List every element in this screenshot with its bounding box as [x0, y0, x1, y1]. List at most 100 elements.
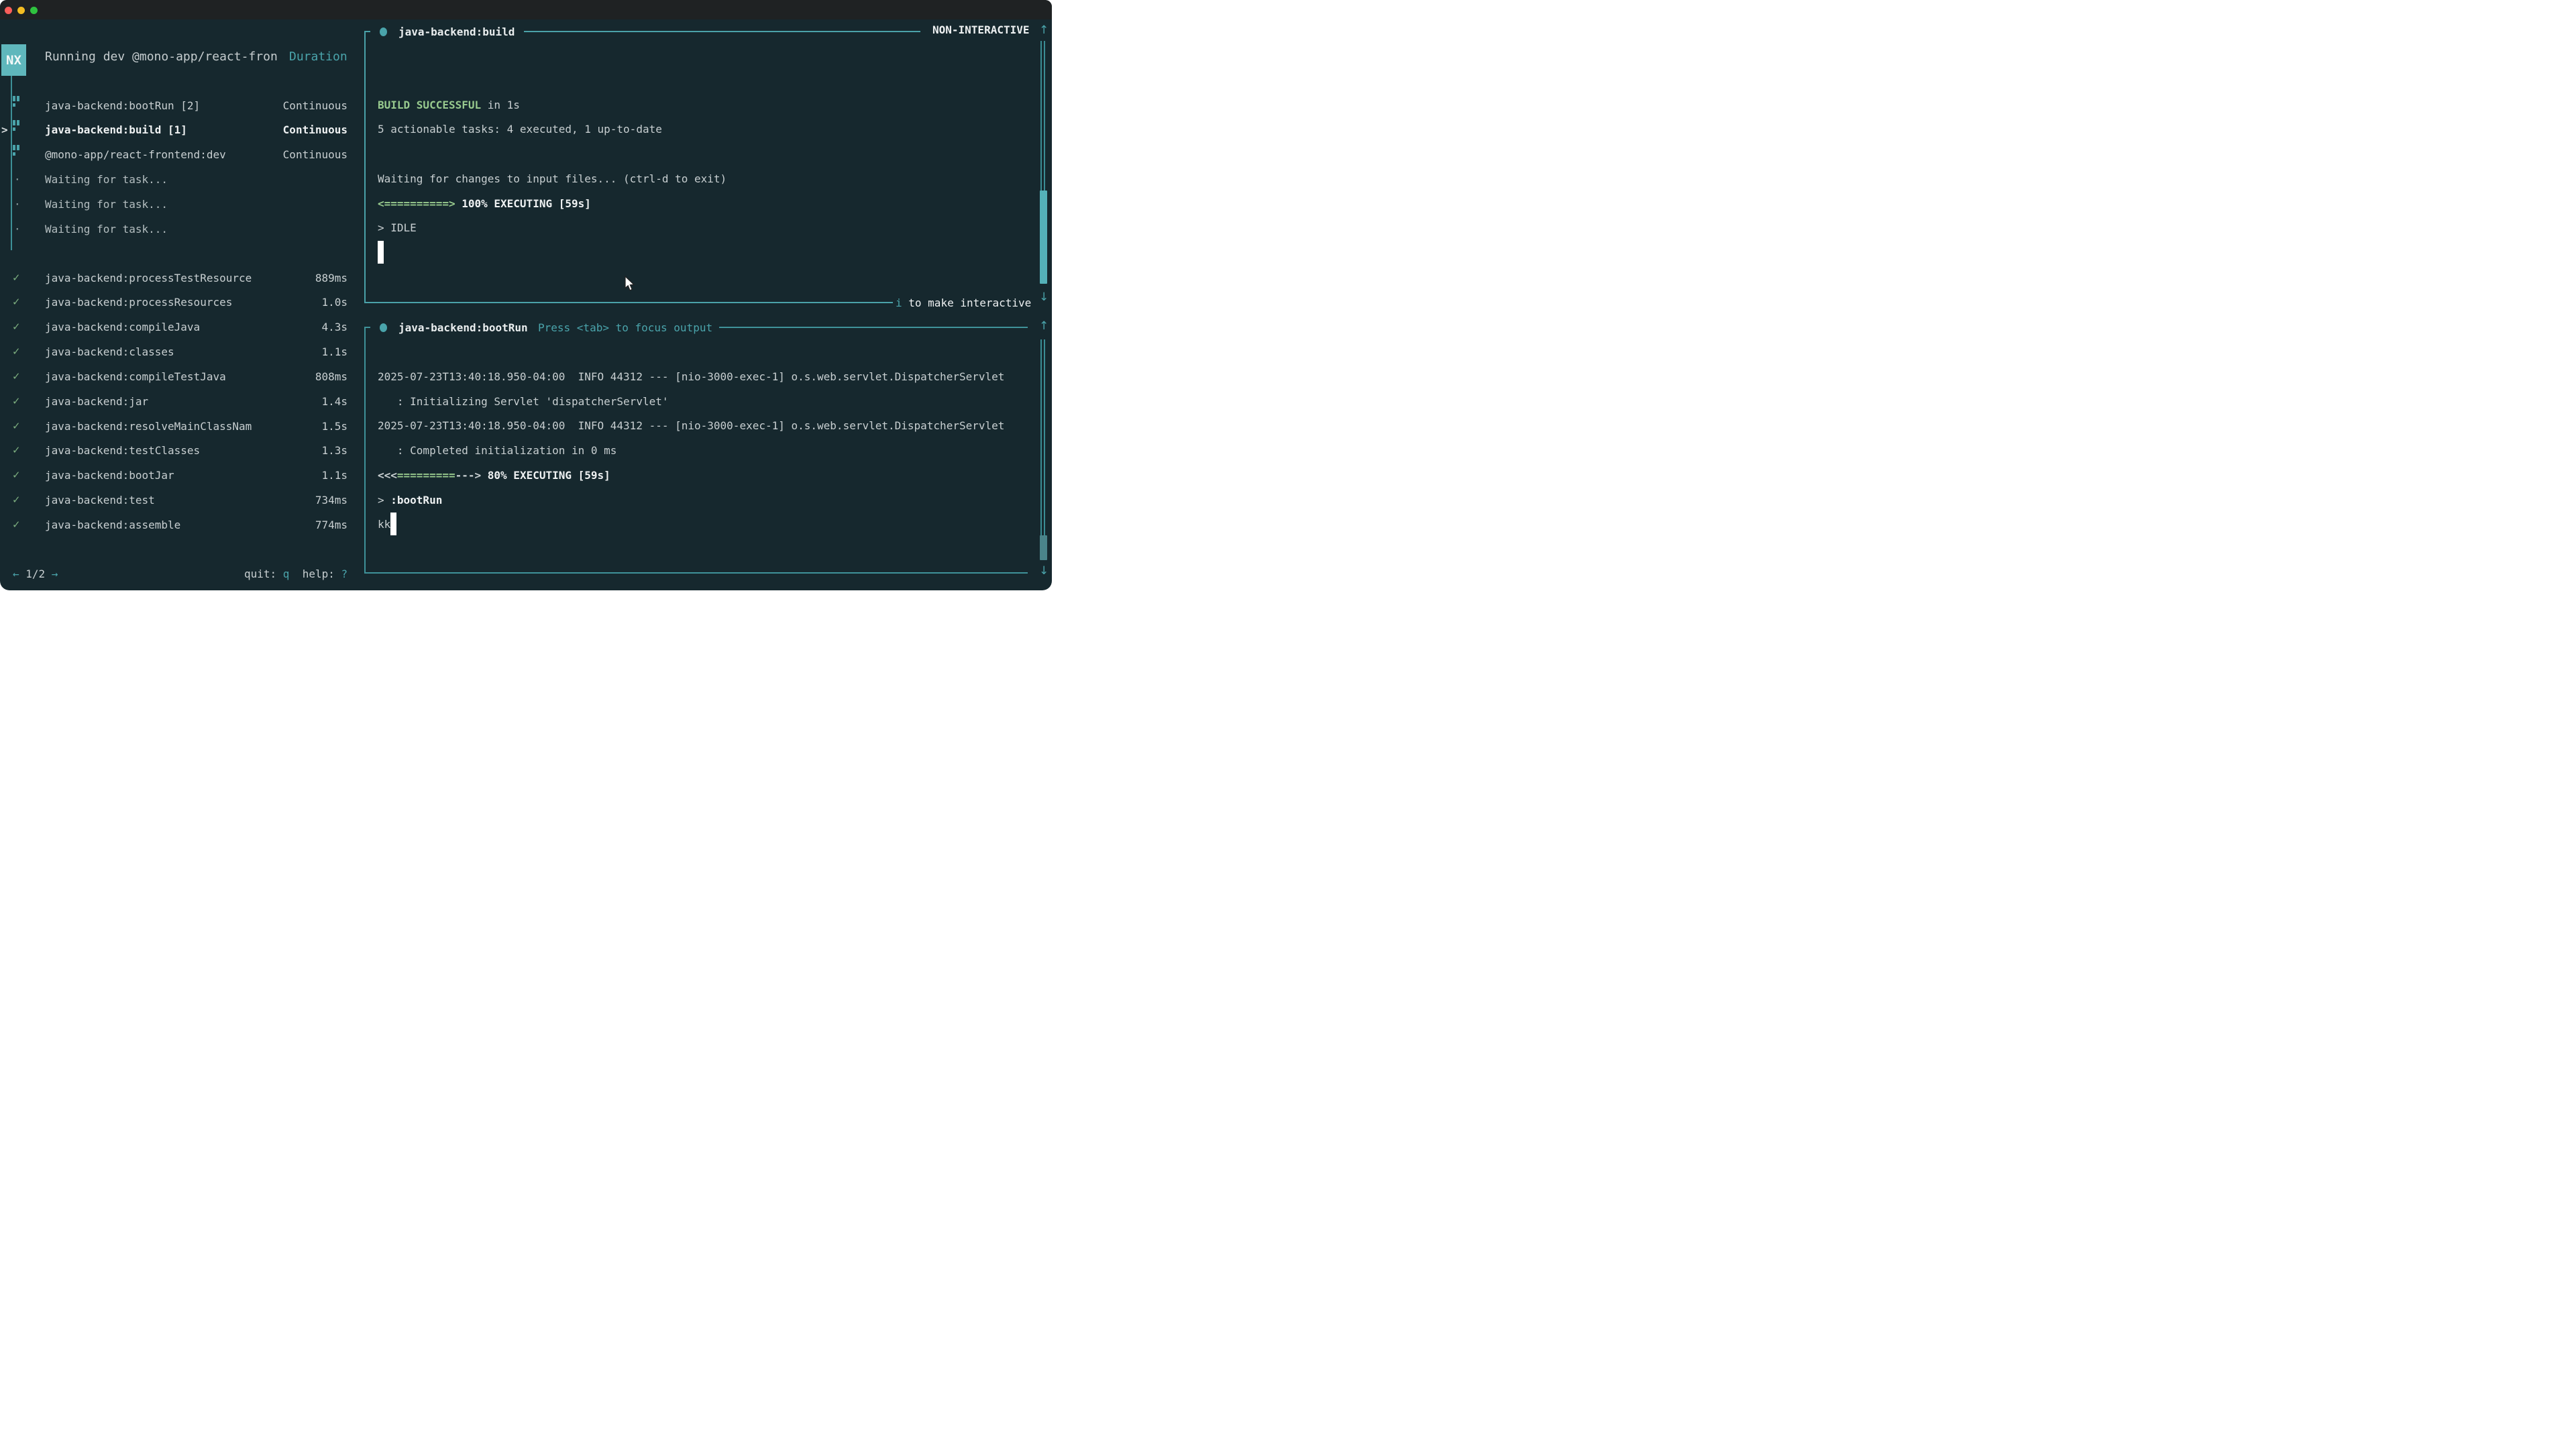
minimize-button-icon[interactable] — [17, 7, 25, 14]
screenshot-stage: NX Running dev @mono-app/react-fron Dura… — [0, 0, 1052, 592]
task-duration: 1.4s — [321, 389, 347, 414]
pane-bootrun-title: java-backend:bootRun — [398, 315, 528, 340]
task-row-completed[interactable]: ✓ java-backend:processTestResource 889ms — [0, 266, 356, 290]
task-duration: 1.3s — [321, 438, 347, 463]
pane-build-left-border — [364, 32, 366, 303]
pane-bootrun-left-border — [364, 327, 366, 573]
page-indicator: 1/2 — [25, 568, 45, 580]
task-row-completed[interactable]: ✓java-backend:processResources1.0s — [0, 290, 356, 315]
checkmark-icon: ✓ — [12, 266, 21, 290]
checkmark-icon: ✓ — [12, 339, 21, 364]
task-name: Waiting for task... — [45, 192, 168, 217]
terminal-line: > IDLE — [378, 216, 727, 241]
task-status: Continuous — [283, 93, 347, 118]
quit-key: q — [283, 568, 290, 580]
task-status-dot-icon — [380, 323, 387, 332]
next-page-icon[interactable]: → — [45, 568, 58, 580]
terminal-line: : Completed initialization in 0 ms — [378, 439, 1004, 464]
non-interactive-badge: NON-INTERACTIVE — [932, 23, 1030, 36]
task-duration: 1.1s — [321, 463, 347, 488]
close-button-icon[interactable] — [5, 7, 12, 14]
pane-bootrun-scrollbar-thumb[interactable] — [1040, 535, 1047, 560]
scroll-up-icon[interactable]: ↑ — [1039, 319, 1049, 333]
pagination[interactable]: ← 1/2 → — [13, 561, 58, 586]
pane-bootrun-header[interactable]: java-backend:bootRun Press <tab> to focu… — [376, 315, 1046, 340]
task-row-completed[interactable]: ✓java-backend:bootJar1.1s — [0, 463, 356, 488]
task-row-completed[interactable]: ✓ java-backend:jar 1.4s — [0, 389, 356, 414]
task-name: java-backend:classes — [45, 339, 174, 364]
spinner-icon — [13, 96, 21, 108]
pane-bootrun-bottom-border — [364, 572, 1028, 574]
task-row-completed[interactable]: ✓ java-backend:testClasses 1.3s — [0, 438, 356, 463]
terminal-line: : Initializing Servlet 'dispatcherServle… — [378, 390, 1004, 415]
task-row-waiting[interactable]: · Waiting for task... — [0, 192, 356, 217]
waiting-bullet-icon: · — [14, 192, 21, 217]
pane-build-output: BUILD SUCCESSFUL in 1s5 actionable tasks… — [378, 93, 727, 266]
checkmark-icon: ✓ — [12, 488, 21, 513]
task-row-completed[interactable]: ✓ java-backend:classes 1.1s — [0, 339, 356, 364]
block-cursor — [378, 241, 384, 264]
task-name: Waiting for task... — [45, 217, 168, 241]
maximize-button-icon[interactable] — [30, 7, 38, 14]
spinner-icon — [13, 145, 21, 157]
interactive-hint: i to make interactive — [896, 290, 1031, 315]
task-name: java-backend:assemble — [45, 513, 180, 537]
task-row-running[interactable]: >java-backend:build [1]Continuous — [0, 117, 356, 142]
terminal-line: 5 actionable tasks: 4 executed, 1 up-to-… — [378, 117, 727, 142]
task-name: java-backend:build [1] — [45, 117, 187, 142]
terminal-line: BUILD SUCCESSFUL in 1s — [378, 93, 727, 118]
task-row-waiting[interactable]: ·Waiting for task... — [0, 217, 356, 241]
task-name: Waiting for task... — [45, 167, 168, 192]
task-duration: 774ms — [315, 513, 347, 537]
pane-build-scrollbar-thumb[interactable] — [1040, 191, 1047, 284]
app-window: NX Running dev @mono-app/react-fron Dura… — [0, 0, 1052, 590]
checkmark-icon: ✓ — [12, 438, 21, 463]
task-duration: 1.5s — [321, 414, 347, 439]
terminal-line: Waiting for changes to input files... (c… — [378, 167, 727, 192]
keyboard-hints: quit: q help: ? — [244, 561, 347, 586]
checkmark-icon: ✓ — [12, 389, 21, 414]
pane-build-scrollbar-track[interactable] — [1040, 41, 1045, 191]
terminal-line: kk — [378, 513, 1004, 537]
sidebar-title: Running dev @mono-app/react-fron — [45, 50, 278, 64]
task-row-waiting[interactable]: · Waiting for task... — [0, 167, 356, 192]
terminal-line: 2025-07-23T13:40:18.950-04:00 INFO 44312… — [378, 365, 1004, 390]
scroll-up-icon[interactable]: ↑ — [1039, 23, 1049, 37]
task-row-completed[interactable]: ✓java-backend:resolveMainClassNam1.5s — [0, 414, 356, 439]
task-row-completed[interactable]: ✓java-backend:compileTestJava808ms — [0, 364, 356, 389]
prev-page-icon[interactable]: ← — [13, 568, 25, 580]
task-status-dot-icon — [380, 28, 387, 36]
scroll-down-icon[interactable]: ↓ — [1039, 564, 1049, 578]
task-name: java-backend:bootRun [2] — [45, 93, 200, 118]
terminal-line: > :bootRun — [378, 488, 1004, 513]
terminal-line — [378, 241, 727, 266]
task-name: java-backend:jar — [45, 389, 148, 414]
selected-chevron-icon: > — [1, 117, 8, 142]
scroll-down-icon[interactable]: ↓ — [1039, 290, 1049, 304]
interactive-hint-text: to make interactive — [902, 297, 1032, 309]
pane-bootrun-scrollbar-track[interactable] — [1040, 339, 1045, 535]
task-row-completed[interactable]: ✓java-backend:compileJava4.3s — [0, 315, 356, 339]
mouse-cursor-icon — [625, 276, 636, 292]
task-duration: 808ms — [315, 364, 347, 389]
help-key: ? — [341, 568, 348, 580]
task-duration: 1.1s — [321, 339, 347, 364]
task-row-completed[interactable]: ✓java-backend:test734ms — [0, 488, 356, 513]
terminal-line: <==========> 100% EXECUTING [59s] — [378, 192, 727, 217]
task-name: java-backend:resolveMainClassNam — [45, 414, 252, 439]
task-name: java-backend:bootJar — [45, 463, 174, 488]
checkmark-icon: ✓ — [12, 315, 21, 339]
pane-bootrun-corner — [364, 327, 370, 328]
pane-build-header-rule — [524, 31, 920, 32]
quit-label: quit: — [244, 568, 283, 580]
spinner-icon — [13, 120, 21, 132]
task-row-running[interactable]: @mono-app/react-frontend:devContinuous — [0, 142, 356, 167]
waiting-bullet-icon: · — [14, 167, 21, 192]
task-row-running[interactable]: java-backend:bootRun [2] Continuous — [0, 93, 356, 118]
task-name: java-backend:processResources — [45, 290, 232, 315]
task-name: java-backend:processTestResource — [45, 266, 252, 290]
task-row-completed[interactable]: ✓java-backend:assemble774ms — [0, 513, 356, 537]
task-duration: 889ms — [315, 266, 347, 290]
task-name: java-backend:testClasses — [45, 438, 200, 463]
help-label: help: — [289, 568, 341, 580]
